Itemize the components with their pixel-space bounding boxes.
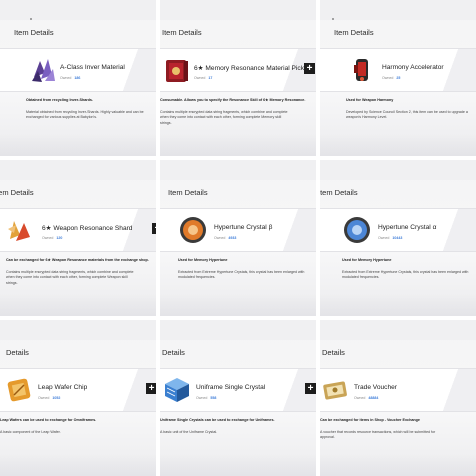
item-card: Leap Wafer Chip Owned 1052 + [0, 368, 156, 412]
item-details-heading: Details [162, 348, 185, 357]
item-card: 6★ Weapon Resonance Shard Owned120 + [0, 208, 156, 252]
item-name: Hypertune Crystal α [378, 224, 437, 231]
top-band [0, 160, 156, 180]
item-usage: Can be exchanged for items in Shop - Vou… [320, 418, 420, 422]
item-description: Contains multiple encrypted data string … [160, 110, 288, 125]
owned-count: Owned 17 [194, 76, 213, 80]
item-card: Hypertune Crystal α Owned 10443 [320, 208, 476, 252]
wafer-chip-icon [7, 378, 31, 402]
owned-count: Owned 10443 [378, 236, 403, 240]
top-band [0, 320, 156, 340]
item-name: Hypertune Crystal β [214, 224, 273, 231]
item-panel-harmony-accelerator: Item Details Harmony Accelerator Owned 25… [320, 0, 476, 156]
item-panel-hypertune-crystal-beta: Item Details Hypertune Crystal β Owned 49… [160, 160, 316, 316]
item-description: A voucher that records resource transact… [320, 430, 436, 440]
owned-count: Owned 186 [60, 76, 81, 80]
item-card: A-Class Inver Material Owned 186 [0, 48, 156, 92]
item-card: 6★ Memory Resonance Material Pick Owned 1… [160, 48, 316, 92]
item-usage: Uniframe Single Crystals can be used to … [160, 418, 275, 422]
top-band [160, 160, 316, 180]
owned-count: Owned 25 [382, 76, 401, 80]
item-panel-hypertune-crystal-alpha: Item Details Hypertune Crystal α Owned 10… [320, 160, 476, 316]
voucher-icon [323, 381, 347, 400]
item-name: Leap Wafer Chip [38, 384, 88, 391]
top-band [160, 0, 316, 20]
item-card: Hypertune Crystal β Owned 4933 [160, 208, 316, 252]
item-card: Uniframe Single Crystal Owned 558 + [160, 368, 316, 412]
item-name: 6★ Weapon Resonance Shard [42, 225, 133, 232]
item-description: A basic component of the Leap Wafer. [0, 430, 61, 434]
item-description: Extracted from Extreme Hypertune Crystal… [178, 270, 305, 280]
item-usage: Consumable. Allows you to specify the Re… [160, 98, 306, 102]
item-usage: Used for Memory Hypertune [342, 258, 392, 262]
item-panel-memory-resonance-pick: Item Details 6★ Memory Resonance Materia… [160, 0, 316, 156]
item-name: 6★ Memory Resonance Material Pick [194, 65, 304, 72]
accelerator-icon [354, 59, 368, 81]
item-card: Trade Voucher Owned 48884 [320, 368, 476, 412]
owned-count: Owned 120 [42, 236, 63, 240]
uniframe-cube-icon [165, 378, 189, 402]
item-panel-trade-voucher: Details Trade Voucher Owned 48884 Can be … [320, 320, 476, 476]
add-button[interactable]: + [152, 223, 156, 234]
item-panel-uniframe-single-crystal: Details Uniframe Single Crystal Owned 558… [160, 320, 316, 476]
item-details-heading: Details [322, 348, 345, 357]
owned-count: Owned 1052 [38, 396, 61, 400]
top-band [0, 0, 156, 20]
item-name: Uniframe Single Crystal [196, 384, 266, 391]
item-details-heading: Item Details [320, 188, 358, 197]
item-description: Extracted from Extreme Hypertune Crystal… [342, 270, 469, 280]
item-details-heading: Item Details [162, 28, 202, 37]
item-usage: Used for Memory Hypertune [178, 258, 228, 262]
top-band [320, 320, 476, 340]
item-name: Trade Voucher [354, 384, 398, 391]
item-description: Material obtained from recycling Inver-S… [26, 110, 144, 120]
top-band [320, 160, 476, 180]
item-description: Developed by Science Council Section 2, … [346, 110, 468, 120]
item-details-heading: Item Details [168, 188, 208, 197]
item-details-heading: Item Details [0, 188, 34, 197]
top-band [320, 0, 476, 20]
add-button[interactable]: + [146, 383, 156, 394]
decor-dot [30, 18, 32, 20]
owned-count: Owned 4933 [214, 236, 237, 240]
item-panel-weapon-resonance-shard: Item Details 6★ Weapon Resonance Shard O… [0, 160, 156, 316]
item-details-heading: Item Details [334, 28, 374, 37]
item-usage: Used for Weapon Harmony [346, 98, 394, 102]
item-panel-inver-material: Item Details A-Class Inver Material Owne… [0, 0, 156, 156]
inver-crystal-icon [32, 59, 55, 82]
item-card: Harmony Accelerator Owned 25 [320, 48, 476, 92]
item-name: A-Class Inver Material [60, 64, 125, 71]
item-details-heading: Details [6, 348, 29, 357]
item-description: A basic unit of the Uniframe Crystal. [160, 430, 218, 434]
red-box-icon [166, 60, 188, 82]
decor-dot [332, 18, 334, 20]
owned-count: Owned 48884 [354, 396, 379, 400]
item-panel-leap-wafer-chip: Details Leap Wafer Chip Owned 1052 + Leap… [0, 320, 156, 476]
item-usage: Leap Wafers can be used to exchange for … [0, 418, 97, 422]
item-usage: Can be exchanged for 6★ Weapon Resonance… [6, 258, 149, 262]
item-details-heading: Item Details [14, 28, 54, 37]
item-usage: Obtained from recycling Inver-Shards. [26, 98, 94, 102]
owned-count: Owned 558 [196, 396, 217, 400]
add-button[interactable]: + [305, 383, 316, 394]
add-button[interactable]: + [304, 63, 315, 74]
blue-crystal-icon [344, 217, 370, 243]
top-band [160, 320, 316, 340]
item-name: Harmony Accelerator [382, 64, 444, 71]
orange-crystal-icon [180, 217, 206, 243]
red-shard-icon [8, 221, 30, 241]
item-description: Contains multiple encrypted data string … [6, 270, 134, 285]
